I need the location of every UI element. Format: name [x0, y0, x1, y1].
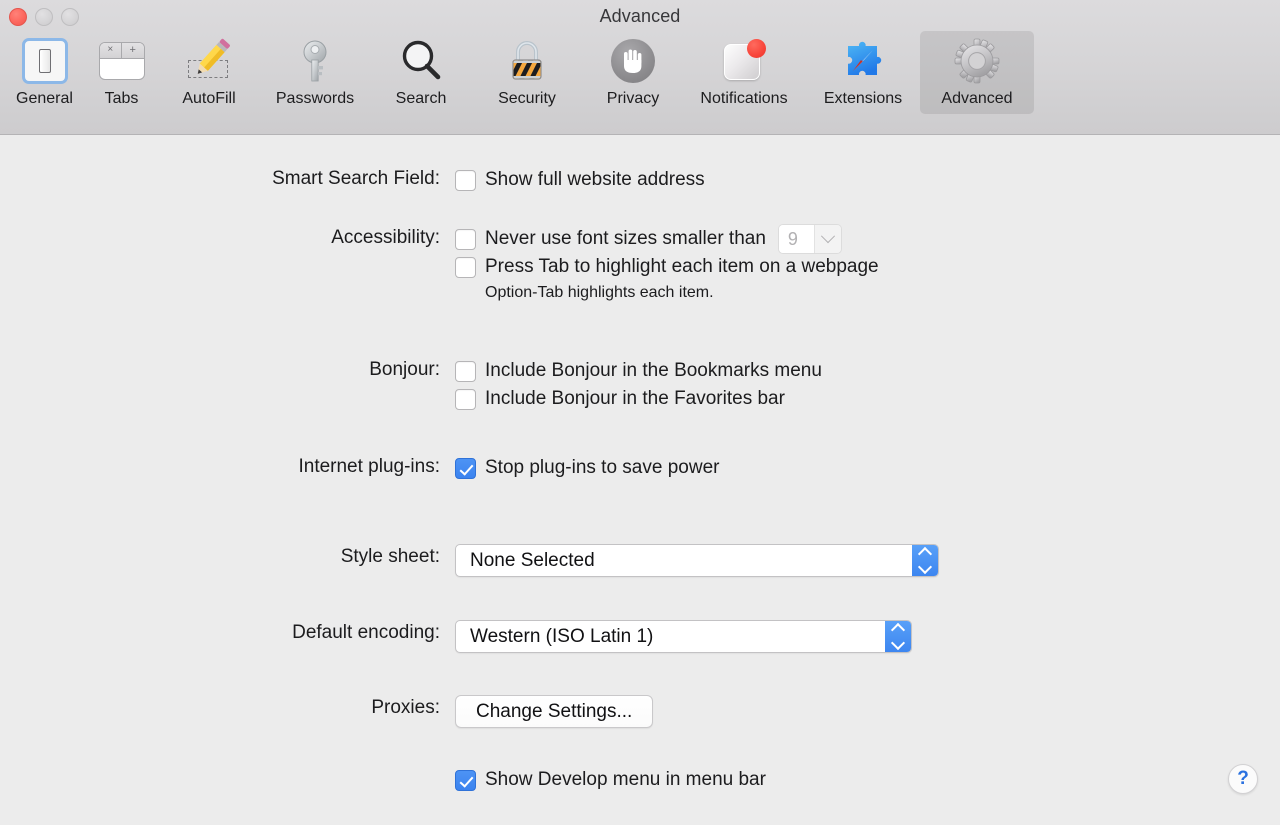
row-smart-search-field: Smart Search Field: Show full website ad… [110, 166, 705, 194]
tab-extensions-label: Extensions [823, 90, 903, 107]
press-tab-label: Press Tab to highlight each item on a we… [485, 256, 879, 277]
window-title: Advanced [599, 6, 681, 26]
change-settings-button[interactable]: Change Settings... [455, 695, 654, 728]
default-encoding-value: Western (ISO Latin 1) [470, 626, 654, 647]
min-font-size-row[interactable]: Never use font sizes smaller than 9 [455, 224, 879, 254]
show-full-address-checkbox[interactable] [455, 169, 476, 191]
develop-menu-checkbox[interactable] [455, 769, 476, 791]
help-button[interactable]: ? [1228, 764, 1258, 794]
internet-plugins-label: Internet plug-ins: [298, 456, 440, 477]
advanced-settings-panel: Smart Search Field: Show full website ad… [0, 135, 1280, 825]
tab-tabs-label: Tabs [104, 90, 139, 107]
tab-notifications[interactable]: Notifications [682, 31, 806, 114]
tabs-icon: × + [92, 35, 152, 87]
press-tab-checkbox[interactable] [455, 256, 476, 278]
tabs-icon-close-glyph: × [100, 43, 122, 58]
autofill-icon [179, 35, 239, 87]
general-icon [15, 35, 75, 87]
bonjour-favorites-row[interactable]: Include Bonjour in the Favorites bar [455, 385, 822, 413]
preference-tabs: General × + Tabs AutoFill Passwords Sear… [6, 31, 1034, 114]
tab-tabs[interactable]: × + Tabs [83, 31, 160, 114]
preferences-window: Advanced General × + Tabs AutoFill Passw… [0, 0, 1280, 825]
privacy-hand-icon [603, 35, 663, 87]
stop-plugins-label: Stop plug-ins to save power [485, 457, 720, 478]
tab-security[interactable]: Security [470, 31, 584, 114]
tab-autofill-label: AutoFill [182, 90, 236, 107]
row-accessibility: Accessibility: Never use font sizes smal… [110, 224, 879, 305]
smart-search-field-label: Smart Search Field: [272, 168, 440, 189]
row-bonjour: Bonjour: Include Bonjour in the Bookmark… [110, 357, 822, 413]
style-sheet-select[interactable]: None Selected [455, 544, 939, 577]
develop-menu-row[interactable]: Show Develop menu in menu bar [455, 766, 766, 794]
zoom-window-button[interactable] [61, 8, 79, 26]
search-icon [391, 35, 451, 87]
bonjour-label: Bonjour: [369, 359, 440, 380]
tab-general-label: General [16, 90, 73, 107]
bonjour-favorites-checkbox[interactable] [455, 388, 476, 410]
min-font-size-select[interactable]: 9 [777, 224, 842, 254]
tab-privacy-label: Privacy [606, 90, 660, 107]
notification-badge-icon [747, 39, 766, 58]
traffic-lights [9, 8, 79, 26]
tab-search-label: Search [395, 90, 447, 107]
tab-passwords[interactable]: Passwords [258, 31, 372, 114]
stop-plugins-row[interactable]: Stop plug-ins to save power [455, 454, 719, 482]
row-style-sheet: Style sheet: None Selected [110, 544, 939, 577]
default-encoding-label: Default encoding: [292, 622, 440, 643]
tab-search[interactable]: Search [372, 31, 470, 114]
row-develop-menu: Show Develop menu in menu bar [110, 766, 766, 794]
extensions-icon [833, 35, 893, 87]
stop-plugins-checkbox[interactable] [455, 457, 476, 479]
passwords-key-icon [285, 35, 345, 87]
tab-extensions[interactable]: Extensions [806, 31, 920, 114]
advanced-gear-icon [947, 35, 1007, 87]
style-sheet-label: Style sheet: [340, 546, 440, 567]
default-encoding-select[interactable]: Western (ISO Latin 1) [455, 620, 912, 653]
bonjour-bookmarks-checkbox[interactable] [455, 360, 476, 382]
security-lock-icon [497, 35, 557, 87]
tab-passwords-label: Passwords [275, 90, 355, 107]
tabs-icon-new-glyph: + [129, 44, 136, 56]
notifications-icon [714, 35, 774, 87]
tab-privacy[interactable]: Privacy [584, 31, 682, 114]
minimize-window-button[interactable] [35, 8, 53, 26]
row-internet-plugins: Internet plug-ins: Stop plug-ins to save… [110, 454, 719, 482]
accessibility-label: Accessibility: [331, 227, 440, 248]
accessibility-hint: Option-Tab highlights each item. [485, 284, 714, 301]
develop-menu-label: Show Develop menu in menu bar [485, 769, 766, 790]
chevron-down-icon[interactable] [813, 225, 841, 253]
tab-autofill[interactable]: AutoFill [160, 31, 258, 114]
toolbar: Advanced General × + Tabs AutoFill Passw… [0, 0, 1280, 135]
chevron-updown-icon[interactable] [885, 621, 911, 652]
tab-advanced-label: Advanced [941, 90, 1013, 107]
chevron-updown-icon[interactable] [912, 545, 938, 576]
bonjour-bookmarks-row[interactable]: Include Bonjour in the Bookmarks menu [455, 357, 822, 385]
show-full-address-row[interactable]: Show full website address [455, 166, 705, 194]
row-default-encoding: Default encoding: Western (ISO Latin 1) [110, 620, 912, 653]
bonjour-favorites-label: Include Bonjour in the Favorites bar [485, 388, 785, 409]
close-window-button[interactable] [9, 8, 27, 26]
min-font-size-label: Never use font sizes smaller than [485, 228, 766, 249]
min-font-size-checkbox[interactable] [455, 228, 476, 250]
tab-advanced[interactable]: Advanced [920, 31, 1034, 114]
tab-notifications-label: Notifications [700, 90, 788, 107]
press-tab-row[interactable]: Press Tab to highlight each item on a we… [455, 253, 879, 281]
min-font-size-value: 9 [778, 225, 814, 253]
row-proxies: Proxies: Change Settings... [110, 695, 654, 728]
show-full-address-label: Show full website address [485, 169, 705, 190]
tab-security-label: Security [498, 90, 556, 107]
tab-general[interactable]: General [6, 31, 83, 114]
bonjour-bookmarks-label: Include Bonjour in the Bookmarks menu [485, 360, 822, 381]
proxies-label: Proxies: [371, 697, 440, 718]
style-sheet-value: None Selected [470, 550, 595, 571]
